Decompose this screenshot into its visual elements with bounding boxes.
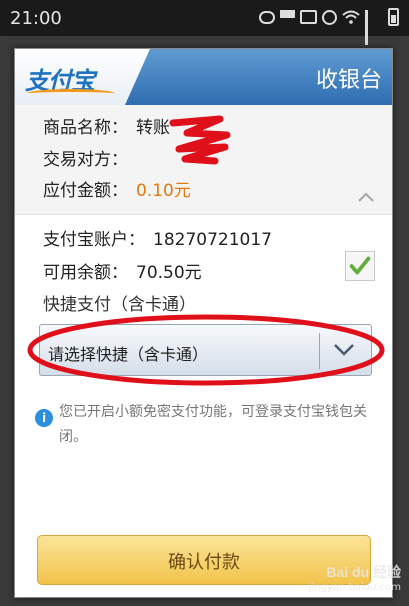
baidu-watermark: Bai du 经验 jingyan.baidu.com xyxy=(309,562,401,593)
status-time: 21:00 xyxy=(10,7,62,29)
balance-label: 可用余额： xyxy=(43,263,128,283)
amount-value: 0.10元 xyxy=(136,181,191,201)
message-notification-icon xyxy=(300,10,317,24)
watermark-url: jingyan.baidu.com xyxy=(308,582,401,593)
status-icons xyxy=(259,8,399,45)
battery-icon xyxy=(388,8,399,26)
product-row: 商品名称： 转账 xyxy=(43,113,170,138)
checkmark-icon xyxy=(349,256,371,275)
screen: 21:00 支付宝 收银台 商品名称： 转账 交易对方： 应付金额： 0.10元… xyxy=(0,0,409,606)
cashier-dialog: 支付宝 收银台 商品名称： 转账 交易对方： 应付金额： 0.10元 支付宝账户： 1… xyxy=(14,48,393,598)
logo-swoosh xyxy=(27,89,115,98)
dialog-header: 支付宝 收银台 xyxy=(15,49,392,105)
amount-row: 应付金额： 0.10元 xyxy=(43,176,191,201)
balance-row: 可用余额： 70.50元 xyxy=(43,258,202,283)
quickpay-label-row: 快捷支付（含卡通） xyxy=(43,290,196,315)
confirm-payment-button[interactable]: 确认付款 xyxy=(37,535,371,585)
product-label: 商品名称： xyxy=(43,118,128,138)
quickpay-select-value: 请选择快捷（含卡通） xyxy=(48,345,209,364)
chat-notification-icon xyxy=(259,10,275,24)
notice-text: 您已开启小额免密支付功能，可登录支付宝钱包关闭。 xyxy=(59,404,367,445)
watermark-text: Bai du 经验 xyxy=(326,564,401,580)
counterparty-label: 交易对方： xyxy=(43,150,128,170)
amount-label: 应付金额： xyxy=(43,181,128,201)
account-value: 18270721017 xyxy=(153,230,272,250)
chevron-down-icon[interactable] xyxy=(333,341,355,357)
dialog-title: 收银台 xyxy=(315,68,382,93)
alipay-logo: 支付宝 xyxy=(15,49,150,105)
balance-checkbox[interactable] xyxy=(345,251,375,281)
apps-notification-icon xyxy=(280,9,295,25)
info-icon: i xyxy=(35,409,53,427)
select-divider xyxy=(319,333,320,369)
balance-value: 70.50元 xyxy=(136,263,202,283)
account-label: 支付宝账户： xyxy=(43,230,145,250)
counterparty-row: 交易对方： xyxy=(43,145,128,170)
wifi-icon xyxy=(342,10,360,24)
signal-icon xyxy=(365,10,383,45)
confirm-payment-label: 确认付款 xyxy=(168,552,240,573)
quickpay-select[interactable]: 请选择快捷（含卡通） xyxy=(39,324,372,376)
account-row: 支付宝账户： 18270721017 xyxy=(43,225,272,250)
status-bar: 21:00 xyxy=(0,0,409,45)
redaction-scribble xyxy=(169,115,231,165)
alarm-icon xyxy=(322,9,337,25)
collapse-chevron-icon[interactable] xyxy=(358,192,374,202)
quickpay-label: 快捷支付（含卡通） xyxy=(43,295,196,315)
